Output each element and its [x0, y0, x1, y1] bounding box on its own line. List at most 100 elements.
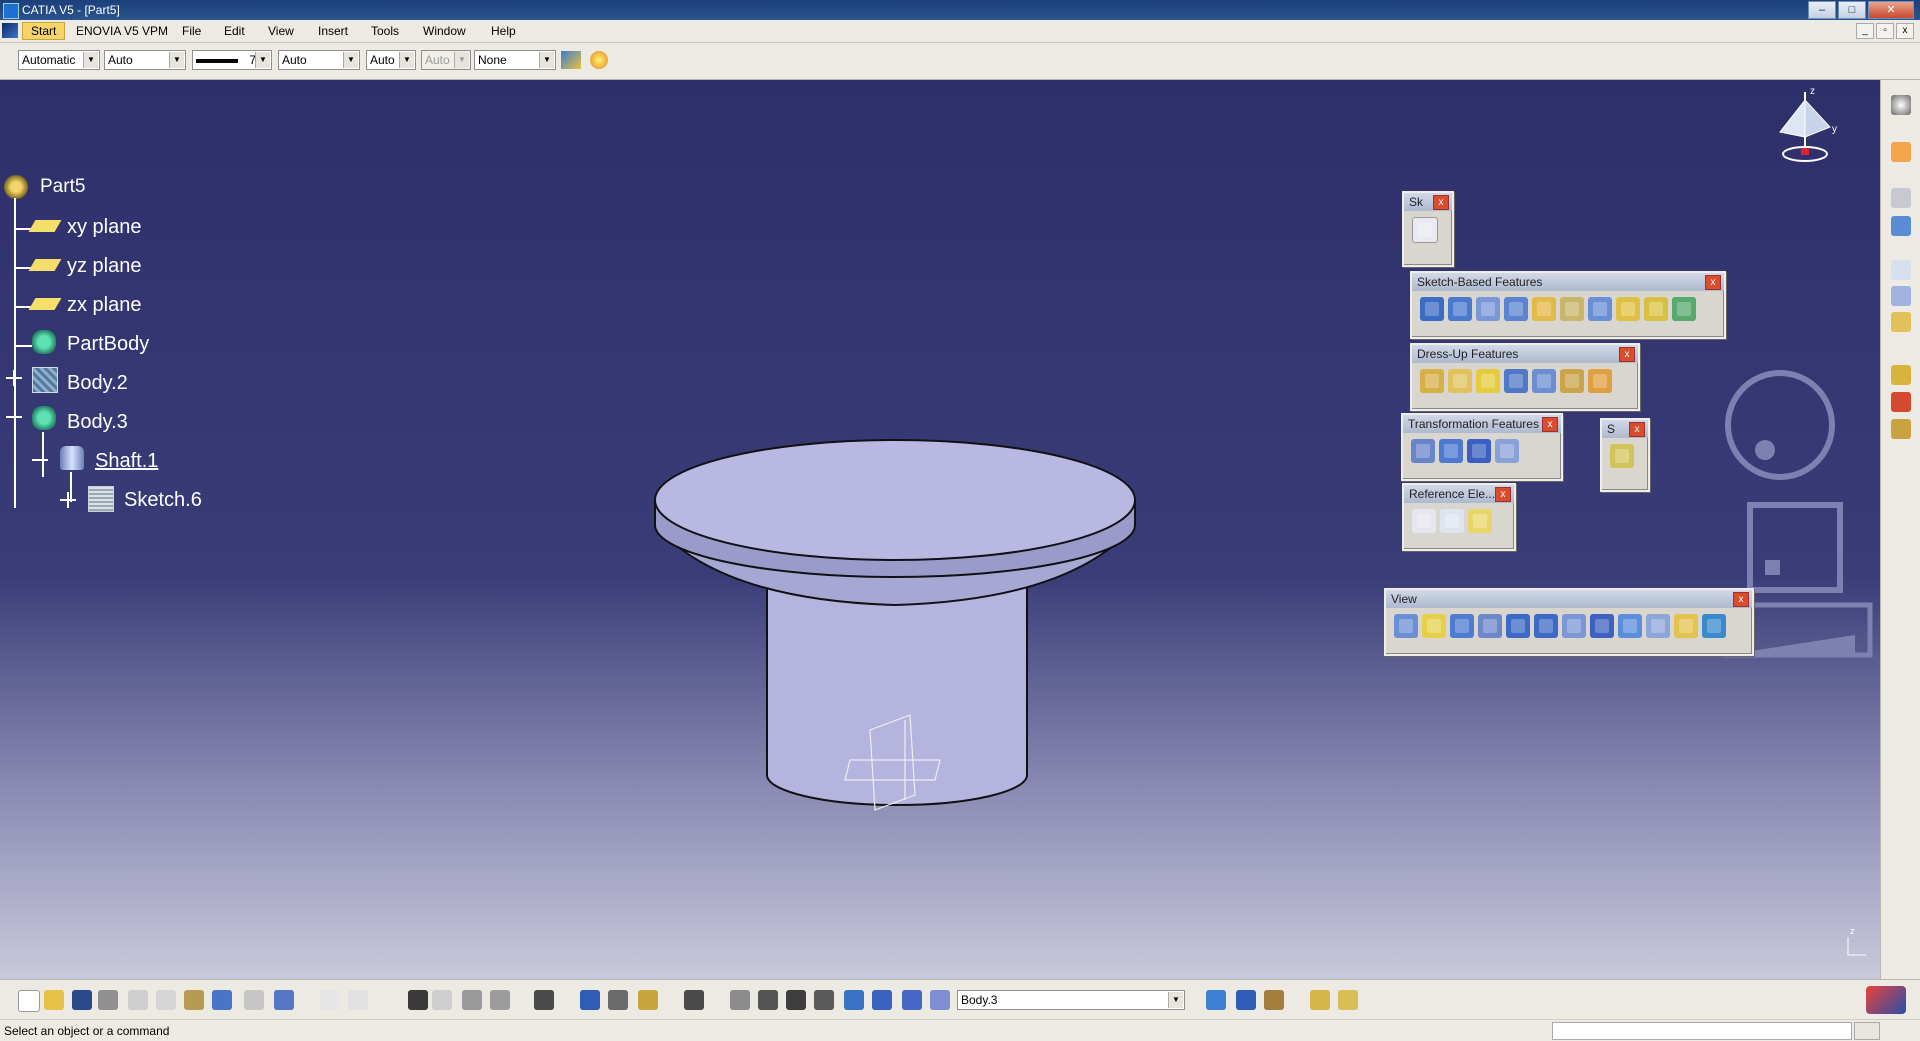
- body3-gear-icon[interactable]: [32, 406, 56, 430]
- text-annotation-icon[interactable]: [1891, 260, 1911, 280]
- point-icon[interactable]: [1412, 509, 1436, 533]
- design-change-icon[interactable]: [1236, 990, 1256, 1010]
- cut-icon[interactable]: [128, 990, 148, 1010]
- current-body-combo[interactable]: Body.3 ▼: [957, 990, 1185, 1010]
- zoom-in-icon[interactable]: [1506, 614, 1530, 638]
- tree-item-zx-plane[interactable]: zx plane: [67, 294, 142, 317]
- plane-system-icon[interactable]: [930, 990, 950, 1010]
- shading-icon[interactable]: [1646, 614, 1670, 638]
- tree-item-body2[interactable]: Body.2: [67, 372, 128, 395]
- translation-icon[interactable]: [1411, 439, 1435, 463]
- stiffener-icon[interactable]: [1616, 297, 1640, 321]
- collapse-minus-icon[interactable]: [6, 416, 22, 418]
- tree-item-body3[interactable]: Body.3: [67, 411, 128, 434]
- 3d-viewport[interactable]: Part5 xy plane yz plane zx plane PartBod…: [0, 80, 1880, 979]
- paste-icon[interactable]: [184, 990, 204, 1010]
- rib-icon[interactable]: [1560, 297, 1584, 321]
- print-icon[interactable]: [98, 990, 118, 1010]
- sketcher-side-icon[interactable]: [1891, 188, 1911, 208]
- body2-icon[interactable]: [32, 367, 58, 393]
- expand-plus-icon[interactable]: [67, 492, 69, 508]
- plane-icon[interactable]: [28, 259, 62, 271]
- collapse-minus-icon[interactable]: [32, 459, 48, 461]
- partbody-gear-icon[interactable]: [32, 330, 56, 354]
- undo-icon[interactable]: [212, 990, 232, 1010]
- numeric-display-icon[interactable]: [814, 990, 834, 1010]
- mass-properties-icon[interactable]: [638, 990, 658, 1010]
- properties-icon[interactable]: [590, 51, 608, 69]
- swap-icon[interactable]: [758, 990, 778, 1010]
- expand-plus-icon[interactable]: [13, 370, 15, 386]
- close-icon[interactable]: x: [1495, 487, 1511, 502]
- minimize-button[interactable]: –: [1808, 1, 1836, 19]
- flag-note-icon[interactable]: [1891, 286, 1911, 306]
- workbench-gear-icon[interactable]: [1891, 95, 1911, 115]
- measure-icon[interactable]: [1891, 216, 1911, 236]
- formula-icon[interactable]: [320, 990, 340, 1010]
- menu-edit[interactable]: Edit: [224, 24, 245, 38]
- zoom-out-icon[interactable]: [1534, 614, 1558, 638]
- new-icon[interactable]: [18, 990, 40, 1012]
- tree-item-partbody[interactable]: PartBody: [67, 333, 149, 356]
- isometric-view-icon[interactable]: [1618, 614, 1642, 638]
- plane-icon[interactable]: [28, 220, 62, 232]
- part-3d-model[interactable]: [640, 400, 1140, 820]
- pocket-icon[interactable]: [1448, 297, 1472, 321]
- menu-window[interactable]: Window: [423, 24, 466, 38]
- edge-fillet-icon[interactable]: [1420, 369, 1444, 393]
- filter-icon[interactable]: [872, 990, 892, 1010]
- line-thickness-combo[interactable]: 7 ▼: [192, 50, 272, 70]
- close-button[interactable]: ✕: [1868, 1, 1914, 19]
- tools-palette-icon[interactable]: [1264, 990, 1284, 1010]
- design-table-icon[interactable]: [408, 990, 428, 1010]
- tree-item-yz-plane[interactable]: yz plane: [67, 255, 142, 278]
- menu-tools[interactable]: Tools: [371, 24, 399, 38]
- menu-start[interactable]: Start: [22, 22, 66, 40]
- multi-view-icon[interactable]: [1590, 614, 1614, 638]
- shell-icon[interactable]: [1504, 369, 1528, 393]
- doc-restore-button[interactable]: ▫: [1876, 23, 1894, 39]
- pad-icon[interactable]: [1420, 297, 1444, 321]
- doc-minimize-button[interactable]: _: [1856, 23, 1874, 39]
- fly-mode-icon[interactable]: [1394, 614, 1418, 638]
- refresh-icon[interactable]: [730, 990, 750, 1010]
- menu-view[interactable]: View: [268, 24, 294, 38]
- split-icon[interactable]: [1610, 444, 1634, 468]
- compass-icon[interactable]: z y: [1770, 82, 1840, 172]
- sketcher-icon[interactable]: [1412, 217, 1438, 243]
- rectangular-pattern-icon[interactable]: [1467, 439, 1491, 463]
- tree-item-sketch6[interactable]: Sketch.6: [124, 489, 202, 512]
- scaling-icon[interactable]: [1495, 439, 1519, 463]
- comment-icon[interactable]: [348, 990, 368, 1010]
- menu-insert[interactable]: Insert: [318, 24, 348, 38]
- equation-icon[interactable]: [490, 990, 510, 1010]
- doc-close-button[interactable]: x: [1896, 23, 1914, 39]
- close-icon[interactable]: x: [1433, 195, 1449, 210]
- close-icon[interactable]: x: [1705, 275, 1721, 290]
- layer-combo[interactable]: None ▼: [474, 50, 556, 70]
- scan-icon[interactable]: [844, 990, 864, 1010]
- update-icon[interactable]: [534, 990, 554, 1010]
- part-gear-icon[interactable]: [4, 175, 28, 199]
- apply-material-icon[interactable]: [1891, 365, 1911, 385]
- point-type-combo[interactable]: Auto ▼: [366, 50, 416, 70]
- groove-icon[interactable]: [1504, 297, 1528, 321]
- draft-angle-icon[interactable]: [1476, 369, 1500, 393]
- tree-root-part5[interactable]: Part5: [40, 176, 85, 198]
- close-icon[interactable]: x: [1619, 347, 1635, 362]
- plane-icon[interactable]: [28, 298, 62, 310]
- power-input-field[interactable]: [1552, 1022, 1852, 1040]
- menu-help[interactable]: Help: [491, 24, 516, 38]
- fill-color-combo[interactable]: Automatic ▼: [18, 50, 100, 70]
- open-icon[interactable]: [44, 990, 64, 1010]
- hole-icon[interactable]: [1532, 297, 1556, 321]
- normal-view-icon[interactable]: [1562, 614, 1586, 638]
- pan-icon[interactable]: [1450, 614, 1474, 638]
- menu-enovia[interactable]: ENOVIA V5 VPM: [76, 24, 168, 38]
- rotate-icon[interactable]: [1478, 614, 1502, 638]
- sketch-icon[interactable]: [88, 486, 114, 512]
- tree-item-shaft1[interactable]: Shaft.1: [95, 450, 158, 473]
- thread-icon[interactable]: [1560, 369, 1584, 393]
- catalog-icon[interactable]: [432, 990, 452, 1010]
- work-on-support-icon[interactable]: [902, 990, 922, 1010]
